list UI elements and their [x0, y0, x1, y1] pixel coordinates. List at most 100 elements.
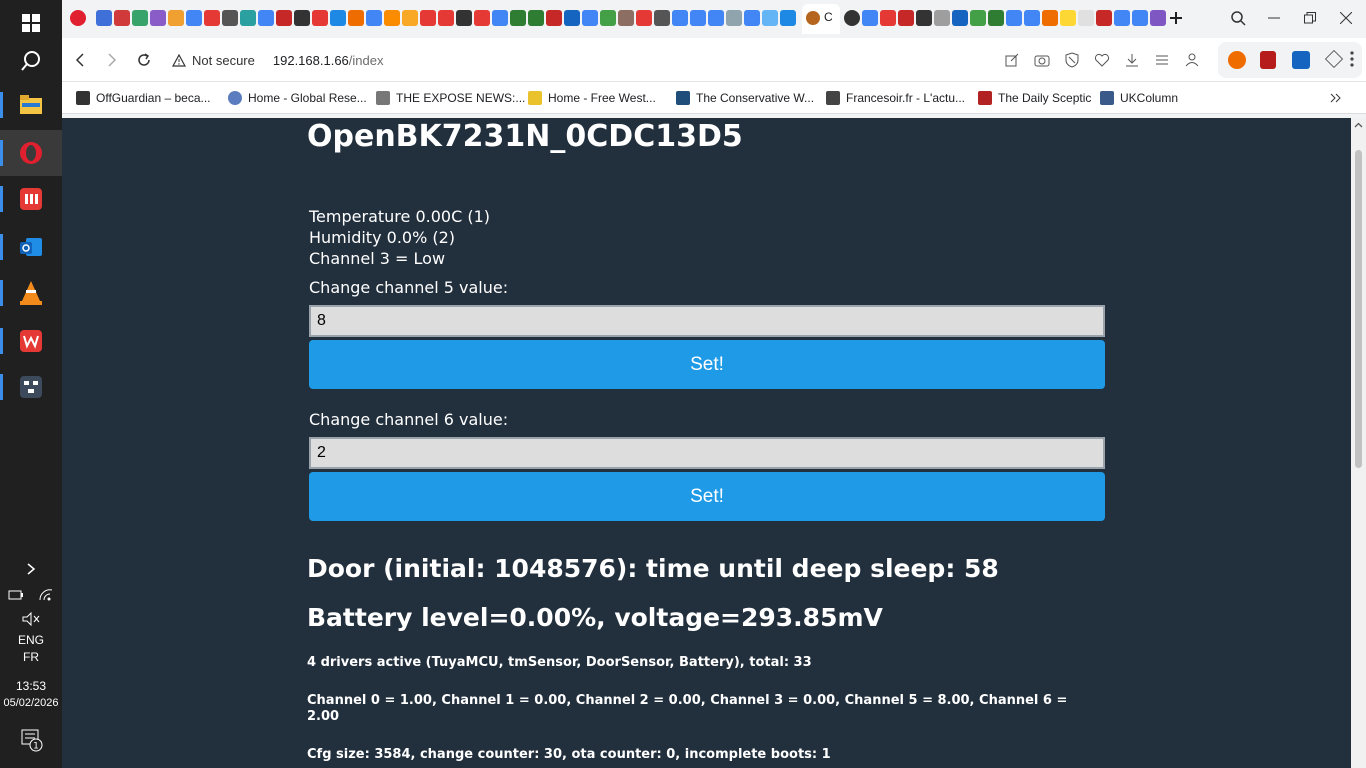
tab-favicon-icon[interactable]	[96, 10, 112, 26]
tab-favicon-icon[interactable]	[916, 10, 932, 26]
profile-icon[interactable]	[1182, 50, 1202, 70]
tab-favicon-icon[interactable]	[240, 10, 256, 26]
bitwarden-icon[interactable]	[1292, 51, 1310, 69]
tab-favicon-icon[interactable]	[204, 10, 220, 26]
easy-setup-icon[interactable]	[1152, 50, 1172, 70]
tab-favicon-icon[interactable]	[150, 10, 166, 26]
bookmarks-overflow-button[interactable]	[1330, 89, 1342, 107]
tab-favicon-icon[interactable]	[294, 10, 310, 26]
extension-cat-icon[interactable]	[1228, 51, 1246, 69]
tab-favicon-icon[interactable]	[510, 10, 526, 26]
taskbar-opera-browser[interactable]	[0, 130, 62, 176]
tab-favicon-icon[interactable]	[114, 10, 130, 26]
extensions-cube-icon[interactable]	[1324, 49, 1344, 69]
url-field[interactable]: Not secure 192.168.1.66/index	[172, 50, 383, 70]
tab-favicon-icon[interactable]	[762, 10, 778, 26]
tab-favicon-icon[interactable]	[276, 10, 292, 26]
tab-favicon-icon[interactable]	[988, 10, 1004, 26]
scrollbar-thumb[interactable]	[1355, 150, 1362, 468]
tab-favicon-icon[interactable]	[708, 10, 724, 26]
taskbar-file-explorer[interactable]	[0, 82, 62, 128]
bookmark-item[interactable]: Francesoir.fr - L'actu...	[826, 89, 965, 107]
tab-favicon-icon[interactable]	[582, 10, 598, 26]
tab-favicon-icon[interactable]	[844, 10, 860, 26]
tab-favicon-icon[interactable]	[934, 10, 950, 26]
tab-favicon-icon[interactable]	[672, 10, 688, 26]
tab-favicon-icon[interactable]	[474, 10, 490, 26]
channel6-set-button[interactable]: Set!	[309, 472, 1105, 521]
tab-favicon-icon[interactable]	[366, 10, 382, 26]
tab-favicon-icon[interactable]	[780, 10, 796, 26]
notification-center-button[interactable]: 1	[0, 728, 62, 755]
tab-favicon-icon[interactable]	[654, 10, 670, 26]
download-icon[interactable]	[1122, 50, 1142, 70]
tab-favicon-icon[interactable]	[222, 10, 238, 26]
tab-favicon-icon[interactable]	[1132, 10, 1148, 26]
tab-favicon-icon[interactable]	[456, 10, 472, 26]
new-tab-button[interactable]	[1166, 8, 1186, 28]
minimize-button[interactable]	[1264, 8, 1284, 28]
channel5-set-button[interactable]: Set!	[309, 340, 1105, 389]
restore-button[interactable]	[1300, 8, 1320, 28]
tab-favicon-icon[interactable]	[492, 10, 508, 26]
bookmark-item[interactable]: The Conservative W...	[676, 89, 814, 107]
taskbar-outlook[interactable]	[0, 224, 62, 270]
tab-favicon-icon[interactable]	[384, 10, 400, 26]
tab-favicon-icon[interactable]	[528, 10, 544, 26]
taskbar-vlc[interactable]	[0, 270, 62, 316]
tab-favicon-icon[interactable]	[132, 10, 148, 26]
taskbar-wps-office[interactable]	[0, 318, 62, 364]
bookmark-item[interactable]: The Daily Sceptic	[978, 89, 1091, 107]
tab-favicon-icon[interactable]	[1096, 10, 1112, 26]
tab-favicon-icon[interactable]	[438, 10, 454, 26]
taskbar-search-button[interactable]	[0, 38, 62, 84]
taskbar-app-red[interactable]	[0, 176, 62, 222]
tab-favicon-icon[interactable]	[636, 10, 652, 26]
tab-favicon-icon[interactable]	[402, 10, 418, 26]
tab-search-button[interactable]	[1228, 8, 1248, 28]
close-window-button[interactable]	[1336, 8, 1356, 28]
tab-favicon-icon[interactable]	[1078, 10, 1094, 26]
tab-favicon-icon[interactable]	[1114, 10, 1130, 26]
tab-favicon-icon[interactable]	[1060, 10, 1076, 26]
tab-favicon-icon[interactable]	[312, 10, 328, 26]
tab-favicon-icon[interactable]	[880, 10, 896, 26]
tray-status-icons[interactable]	[0, 588, 62, 602]
ublock-icon[interactable]	[1260, 51, 1276, 69]
channel6-value-input[interactable]: 2	[309, 437, 1105, 469]
tab-favicon-icon[interactable]	[564, 10, 580, 26]
tab-favicon-icon[interactable]	[1150, 10, 1166, 26]
taskbar-network-app[interactable]	[0, 364, 62, 410]
tab-favicon-icon[interactable]	[186, 10, 202, 26]
bookmark-item[interactable]: THE EXPOSE NEWS:...	[376, 89, 525, 107]
tab-favicon-icon[interactable]	[168, 10, 184, 26]
back-button[interactable]	[70, 50, 90, 70]
volume-muted-button[interactable]	[0, 611, 62, 629]
input-language-indicator[interactable]: ENG FR	[0, 632, 62, 666]
opera-menu-icon[interactable]	[70, 10, 86, 26]
edit-icon[interactable]	[1002, 50, 1022, 70]
forward-button[interactable]	[102, 50, 122, 70]
tab-favicon-icon[interactable]	[952, 10, 968, 26]
page-scrollbar[interactable]	[1351, 118, 1366, 768]
clock[interactable]: 13:53 05/02/2026	[0, 678, 62, 712]
security-indicator[interactable]: Not secure	[192, 53, 255, 68]
bookmark-item[interactable]: UKColumn	[1100, 89, 1178, 107]
bookmark-item[interactable]: Home - Free West...	[528, 89, 656, 107]
heart-icon[interactable]	[1092, 50, 1112, 70]
tab-favicon-icon[interactable]	[348, 10, 364, 26]
reload-button[interactable]	[134, 50, 154, 70]
tab-favicon-icon[interactable]	[1024, 10, 1040, 26]
tab-favicon-icon[interactable]	[1006, 10, 1022, 26]
tab-favicon-icon[interactable]	[546, 10, 562, 26]
tab-favicon-icon[interactable]	[330, 10, 346, 26]
tab-favicon-icon[interactable]	[420, 10, 436, 26]
tab-active[interactable]: C	[802, 4, 840, 34]
tab-favicon-icon[interactable]	[258, 10, 274, 26]
tab-favicon-icon[interactable]	[744, 10, 760, 26]
bookmark-item[interactable]: Home - Global Rese...	[228, 89, 367, 107]
tab-favicon-icon[interactable]	[898, 10, 914, 26]
tab-favicon-icon[interactable]	[970, 10, 986, 26]
scroll-up-arrow-icon[interactable]	[1354, 121, 1363, 130]
more-menu-icon[interactable]	[1350, 50, 1354, 68]
